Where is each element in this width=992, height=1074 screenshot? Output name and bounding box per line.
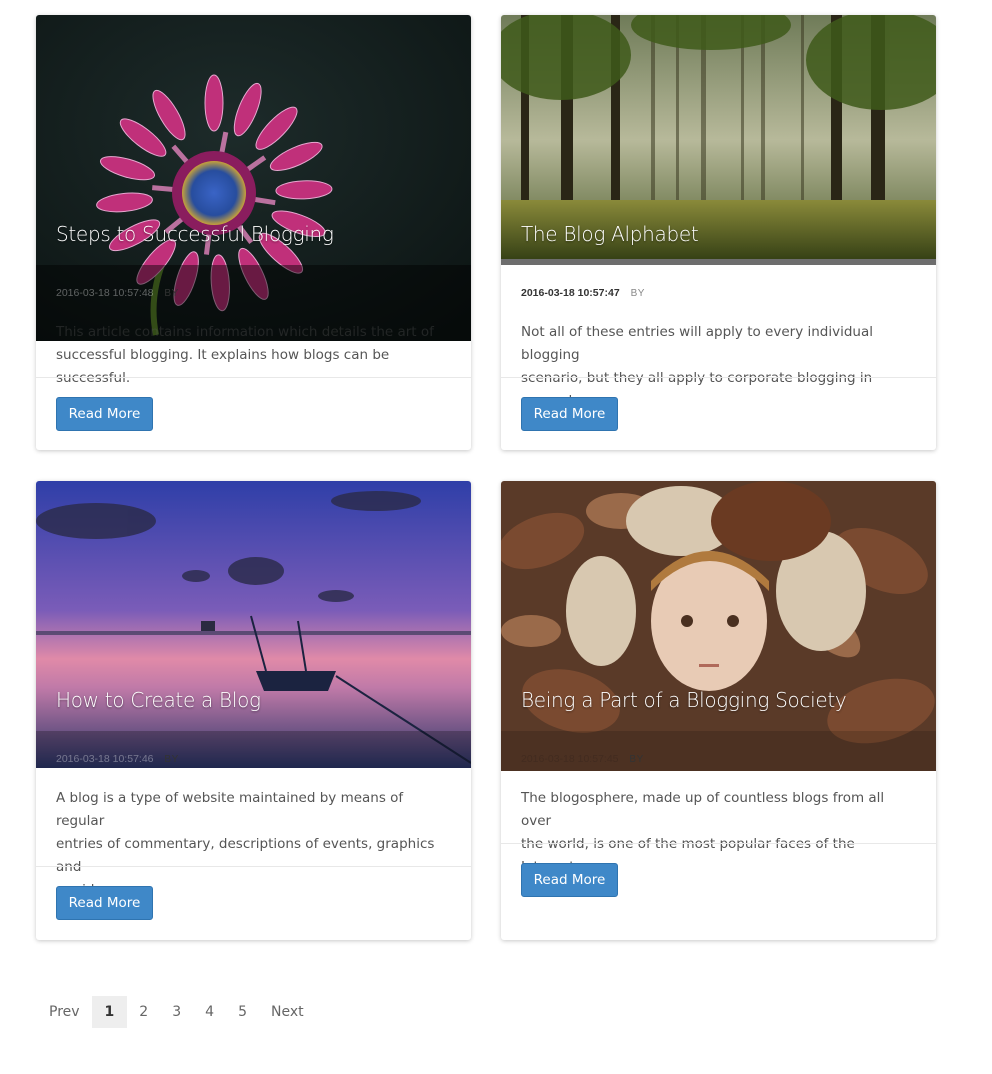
- post-date: 2016-03-18 10:57:45: [521, 753, 619, 765]
- pagination-page-3[interactable]: 3: [160, 996, 193, 1028]
- post-image-forest[interactable]: The Blog Alphabet: [501, 15, 936, 265]
- pagination-prev[interactable]: Prev: [37, 996, 92, 1028]
- post-title[interactable]: Steps to Successful Blogging: [56, 222, 451, 246]
- post-card: The Blog Alphabet 2016-03-18 10:57:47 BY…: [501, 15, 936, 450]
- child-in-leaves-image: [501, 481, 936, 771]
- post-card: How to Create a Blog 2016-03-18 10:57:46…: [36, 481, 471, 940]
- excerpt-line: A blog is a type of website maintained b…: [56, 790, 404, 829]
- post-image-flower[interactable]: Steps to Successful Blogging 2016-03-18 …: [36, 15, 471, 341]
- post-meta: 2016-03-18 10:57:47 BY: [521, 287, 645, 299]
- pagination-next[interactable]: Next: [259, 996, 316, 1028]
- sunset-boat-image: [36, 481, 471, 768]
- pagination-page-4[interactable]: 4: [193, 996, 226, 1028]
- post-card: Steps to Successful Blogging 2016-03-18 …: [36, 15, 471, 450]
- post-image-child-leaves[interactable]: Being a Part of a Blogging Society 2016-…: [501, 481, 936, 771]
- excerpt-line: The blogosphere, made up of countless bl…: [521, 790, 885, 829]
- read-more-button[interactable]: Read More: [521, 397, 618, 431]
- post-image-sunset[interactable]: How to Create a Blog 2016-03-18 10:57:46…: [36, 481, 471, 768]
- excerpt-line: This article contains information which …: [56, 324, 434, 340]
- read-more-button[interactable]: Read More: [56, 397, 153, 431]
- pagination-page-5[interactable]: 5: [226, 996, 259, 1028]
- post-title[interactable]: Being a Part of a Blogging Society: [521, 688, 916, 712]
- read-more-button[interactable]: Read More: [521, 863, 618, 897]
- post-meta: 2016-03-18 10:57:45 BY: [521, 753, 644, 765]
- post-date: 2016-03-18 10:57:48: [56, 287, 154, 299]
- post-footer: Read More: [501, 377, 936, 450]
- post-footer: Read More: [36, 377, 471, 450]
- post-date: 2016-03-18 10:57:47: [521, 287, 620, 299]
- post-meta: 2016-03-18 10:57:46 BY: [56, 753, 179, 765]
- post-title[interactable]: The Blog Alphabet: [521, 222, 916, 246]
- post-meta: 2016-03-18 10:57:48 BY: [56, 287, 179, 299]
- post-footer: Read More: [36, 866, 471, 940]
- post-card: Being a Part of a Blogging Society 2016-…: [501, 481, 936, 940]
- excerpt-line: Not all of these entries will apply to e…: [521, 324, 874, 363]
- post-date: 2016-03-18 10:57:46: [56, 753, 154, 765]
- post-author-label: BY: [164, 754, 179, 765]
- pagination-page-1[interactable]: 1: [91, 996, 128, 1028]
- pagination-page-2[interactable]: 2: [127, 996, 160, 1028]
- post-author-label: BY: [164, 288, 179, 299]
- post-title[interactable]: How to Create a Blog: [56, 688, 451, 712]
- post-footer: Read More: [501, 843, 936, 940]
- pagination: Prev 1 2 3 4 5 Next: [37, 996, 316, 1028]
- post-author-label: BY: [630, 288, 645, 299]
- post-author-label: BY: [629, 754, 644, 765]
- read-more-button[interactable]: Read More: [56, 886, 153, 920]
